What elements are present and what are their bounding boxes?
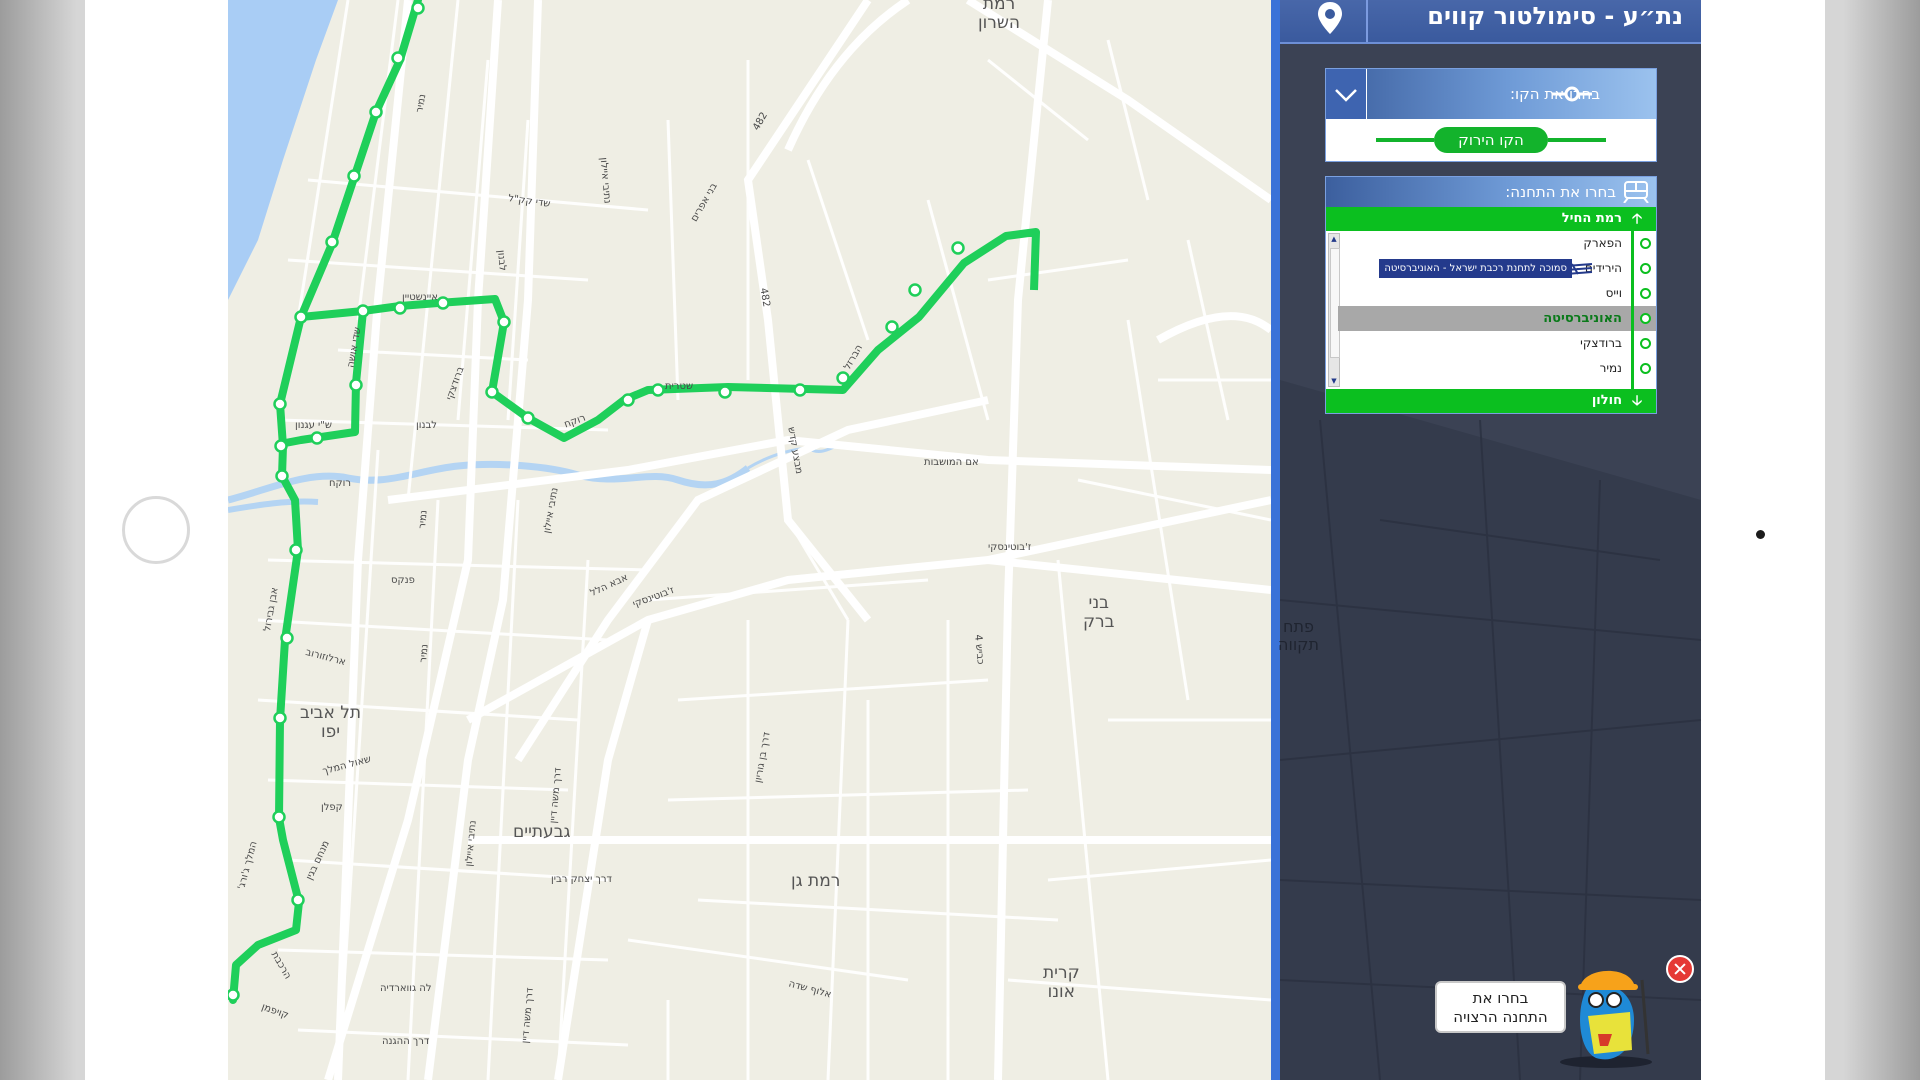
app-screen: רמת השרון בני ברק תל אביב יפו גבעתיים רמת ג… [228,0,1701,1080]
close-icon[interactable] [1666,955,1694,983]
line-selector-header[interactable]: בחרו את הקו: [1326,69,1656,119]
station-item-university[interactable]: האוניברסיטה [1338,306,1656,331]
street-label: ז'בוטינסקי [988,542,1032,553]
station-name: ברודצקי [1580,336,1622,350]
map-divider [1271,0,1280,1080]
control-panel: פתח תקווה נת״ע - סימולטור קווים בחרו את … [1278,0,1701,1080]
line-dropdown-button[interactable] [1326,69,1367,119]
header-separator [1366,0,1368,42]
terminal-south-label: חולון [1591,393,1622,408]
line-selector: בחרו את הקו: הקו הירוק [1325,68,1657,162]
station-dot [1640,263,1651,274]
app-header: נת״ע - סימולטור קווים [1280,0,1701,44]
arrow-down-icon: 🡣 [1631,393,1642,409]
station-name: הפארק [1583,236,1622,250]
line-selected-row[interactable]: הקו הירוק [1326,119,1656,161]
map-view[interactable]: רמת השרון בני ברק תל אביב יפו גבעתיים רמת ג… [228,0,1271,1080]
line-selector-label: בחרו את הקו: [1509,85,1600,103]
panel-map-background [1280,380,1701,1080]
chevron-down-icon [1335,89,1357,102]
station-item-brodetzky[interactable]: ברודצקי [1338,331,1656,356]
street-label: איינשטיין [402,292,438,303]
city-label-petah-tikva: פתח תקווה [1278,617,1320,654]
terminal-north-label: רמת החיל [1561,211,1622,226]
line-bar-right [1548,138,1606,142]
station-line-track [1631,231,1634,389]
station-item-hayeridim[interactable]: הירידים - סמוכה לתחנת רכבת ישראל - האוני… [1338,256,1656,281]
map-canvas [228,0,1271,1080]
station-dot [1640,363,1651,374]
street-label: דרך יצחק רבין [551,874,613,885]
city-label-givatayim: גבעתיים [513,822,571,842]
station-selector-label: בחרו את התחנה: [1505,183,1616,201]
transfer-badge: סמוכה לתחנת רכבת ישראל - האוניברסיטה [1379,259,1572,278]
line-bar-left [1376,138,1434,142]
terminal-north-button[interactable]: 🡡 רמת החיל [1326,207,1656,231]
street-label: פנקס [391,575,415,586]
station-dot [1640,238,1651,249]
street-label: לה גווארדיה [380,983,432,994]
street-label: קפלן [321,802,343,813]
street-label: נמיר [417,509,430,530]
app-title: נת״ע - סימולטור קווים [1427,2,1683,30]
station-name: נמיר [1599,361,1622,375]
terminal-south-button[interactable]: 🡣 חולון [1326,389,1656,413]
station-item-weiss[interactable]: וייס [1338,281,1656,306]
bubble-line: התחנה הרצויה [1453,1008,1548,1026]
station-list: ▲ ▼ הפארק הירידים - סמוכה לתחנת רכבת ישר… [1326,231,1656,389]
mascot-worker-icon [1560,970,1652,1068]
assistant-speech-bubble: בחרו את התחנה הרצויה [1435,981,1566,1033]
street-label: נמיר [418,643,431,664]
city-label-kiryat-ono: קרית אונו [1043,963,1080,1002]
city-label-bnei-brak: בני ברק [1083,593,1115,632]
station-name: האוניברסיטה [1543,311,1622,326]
home-button[interactable] [122,496,190,564]
street-label: רוקח [329,478,351,489]
city-label-ramat-hasharon: רמת השרון [978,0,1021,33]
station-selector-header: בחרו את התחנה: [1326,177,1656,207]
city-label-tel-aviv: תל אביב יפו [300,703,362,742]
selected-line-pill[interactable]: הקו הירוק [1434,127,1548,153]
station-item-hapark[interactable]: הפארק [1338,231,1656,256]
station-dot [1640,288,1651,299]
station-dot [1640,313,1651,324]
street-label: ש"י עגנון [295,420,332,431]
street-label: שטרית [665,381,694,392]
street-label: לבנון [416,420,437,431]
camera-dot [1756,530,1765,539]
bubble-line: בחרו את [1472,989,1529,1007]
city-label-ramat-gan: רמת גן [791,871,841,891]
street-label: דרך ההגנה [382,1036,430,1047]
station-selector: בחרו את התחנה: 🡡 רמת החיל ▲ ▼ הפארק הירי… [1325,176,1657,414]
station-item-namir[interactable]: נמיר [1338,356,1656,381]
location-pin-icon [1318,2,1342,34]
street-label: לבנון [495,249,508,272]
arrow-up-icon: 🡡 [1631,211,1642,227]
station-name: וייס [1605,286,1622,300]
station-dot [1640,338,1651,349]
street-label: אם המושבות [924,457,979,468]
train-icon [1623,181,1649,203]
